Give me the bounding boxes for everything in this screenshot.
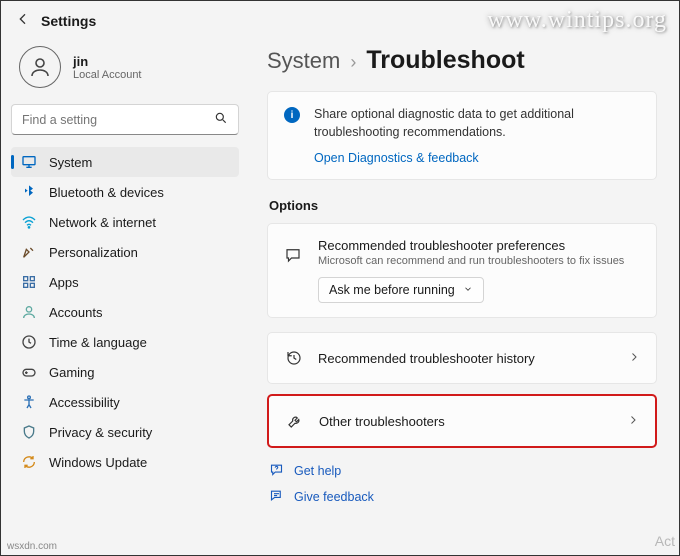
troubleshooter-history-row[interactable]: Recommended troubleshooter history bbox=[267, 332, 657, 384]
sidebar-item-bluetooth[interactable]: Bluetooth & devices bbox=[11, 177, 239, 207]
sidebar-item-label: Network & internet bbox=[49, 215, 156, 230]
sidebar-item-label: Bluetooth & devices bbox=[49, 185, 164, 200]
open-diagnostics-link[interactable]: Open Diagnostics & feedback bbox=[314, 151, 479, 165]
sidebar-item-label: Privacy & security bbox=[49, 425, 152, 440]
give-feedback-link[interactable]: Give feedback bbox=[267, 484, 657, 510]
account-type: Local Account bbox=[73, 69, 142, 81]
search-icon bbox=[214, 111, 228, 128]
back-icon[interactable] bbox=[15, 11, 31, 30]
privacy-icon bbox=[21, 424, 37, 440]
sidebar-item-time[interactable]: Time & language bbox=[11, 327, 239, 357]
accessibility-icon bbox=[21, 394, 37, 410]
other-troubleshooters-row[interactable]: Other troubleshooters bbox=[267, 394, 657, 448]
sidebar-item-accounts[interactable]: Accounts bbox=[11, 297, 239, 327]
breadcrumb: System › Troubleshoot bbox=[267, 46, 657, 75]
breadcrumb-current: Troubleshoot bbox=[366, 46, 524, 75]
source-label: wsxdn.com bbox=[7, 541, 57, 552]
accounts-icon bbox=[21, 304, 37, 320]
others-label: Other troubleshooters bbox=[319, 414, 613, 429]
time-icon bbox=[21, 334, 37, 350]
sidebar-item-update[interactable]: Windows Update bbox=[11, 447, 239, 477]
sidebar-item-apps[interactable]: Apps bbox=[11, 267, 239, 297]
sidebar-item-label: System bbox=[49, 155, 92, 170]
recommended-preferences-card: Recommended troubleshooter preferences M… bbox=[267, 223, 657, 318]
dropdown-value: Ask me before running bbox=[329, 283, 455, 297]
breadcrumb-parent[interactable]: System bbox=[267, 48, 340, 74]
sidebar-item-label: Windows Update bbox=[49, 455, 147, 470]
options-label: Options bbox=[269, 198, 657, 213]
feedback-icon bbox=[269, 488, 284, 506]
chevron-right-icon bbox=[628, 351, 640, 366]
sidebar-item-label: Time & language bbox=[49, 335, 147, 350]
diagnostic-info-card: i Share optional diagnostic data to get … bbox=[267, 91, 657, 180]
history-icon bbox=[284, 349, 304, 367]
settings-title: Settings bbox=[41, 13, 96, 29]
sidebar-item-label: Gaming bbox=[49, 365, 95, 380]
sidebar-item-privacy[interactable]: Privacy & security bbox=[11, 417, 239, 447]
get-help-link[interactable]: Get help bbox=[267, 458, 657, 484]
pref-desc: Microsoft can recommend and run troubles… bbox=[318, 255, 640, 267]
bluetooth-icon bbox=[21, 184, 37, 200]
search-input[interactable] bbox=[22, 113, 214, 127]
update-icon bbox=[21, 454, 37, 470]
diagnostic-message: Share optional diagnostic data to get ad… bbox=[314, 106, 640, 141]
personalization-icon bbox=[21, 244, 37, 260]
sidebar-item-accessibility[interactable]: Accessibility bbox=[11, 387, 239, 417]
breadcrumb-sep: › bbox=[350, 52, 356, 73]
sidebar-item-gaming[interactable]: Gaming bbox=[11, 357, 239, 387]
avatar bbox=[19, 46, 61, 88]
network-icon bbox=[21, 214, 37, 230]
pref-dropdown[interactable]: Ask me before running bbox=[318, 277, 484, 303]
gaming-icon bbox=[21, 364, 37, 380]
chevron-right-icon bbox=[627, 414, 639, 429]
help-label: Get help bbox=[294, 464, 341, 478]
sidebar-item-system[interactable]: System bbox=[11, 147, 239, 177]
apps-icon bbox=[21, 274, 37, 290]
sidebar-item-network[interactable]: Network & internet bbox=[11, 207, 239, 237]
pref-title: Recommended troubleshooter preferences bbox=[318, 238, 640, 253]
account-block[interactable]: jin Local Account bbox=[11, 42, 239, 98]
info-icon: i bbox=[284, 107, 300, 123]
search-box[interactable] bbox=[11, 104, 239, 135]
sidebar-item-label: Personalization bbox=[49, 245, 138, 260]
chevron-down-icon bbox=[463, 283, 473, 297]
watermark: www.wintips.org bbox=[487, 7, 667, 34]
chat-icon bbox=[284, 246, 304, 267]
wrench-icon bbox=[285, 412, 305, 430]
system-icon bbox=[21, 154, 37, 170]
sidebar-item-label: Accessibility bbox=[49, 395, 120, 410]
account-name: jin bbox=[73, 54, 142, 69]
feedback-label: Give feedback bbox=[294, 490, 374, 504]
history-label: Recommended troubleshooter history bbox=[318, 351, 614, 366]
sidebar-item-personalization[interactable]: Personalization bbox=[11, 237, 239, 267]
sidebar-item-label: Apps bbox=[49, 275, 79, 290]
activation-text: Act bbox=[655, 533, 675, 549]
sidebar-item-label: Accounts bbox=[49, 305, 102, 320]
help-icon bbox=[269, 462, 284, 480]
